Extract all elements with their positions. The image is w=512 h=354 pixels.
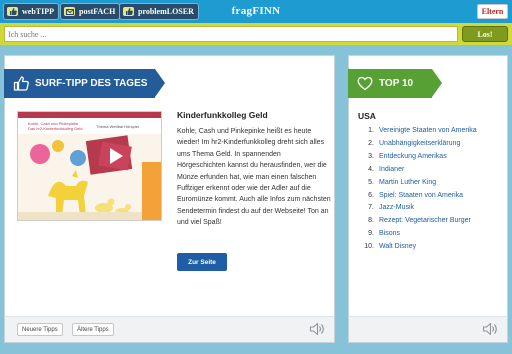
list-item: 2. Unabhängigkeitserklärung [362, 138, 477, 151]
top10-link[interactable]: Unabhängigkeitserklärung [379, 140, 460, 147]
speaker-icon[interactable] [482, 322, 498, 336]
surf-tipp-title: SURF-TIPP DES TAGES [35, 78, 148, 89]
surf-tipp-ribbon: SURF-TIPP DES TAGES [4, 69, 165, 98]
item-number: 4. [368, 165, 374, 173]
surf-tipp-footer: Neuere Tipps Ältere Tipps [5, 316, 334, 342]
item-number: 5. [368, 178, 374, 186]
top10-link[interactable]: Walt Disney [379, 243, 416, 250]
search-submit-button[interactable]: Los! [462, 26, 508, 42]
surf-tipp-card: SURF-TIPP DES TAGES Kohle, Cash und Pink… [4, 55, 335, 343]
thumbnail-logo-line2: Das hr2-Kinderfunkkolleg Geld [28, 126, 83, 131]
top10-link[interactable]: Vereinigte Staaten von Amerika [379, 127, 477, 134]
list-item: 8. Rezept: Vegetarischer Burger [362, 215, 477, 228]
top10-link[interactable]: Indianer [379, 166, 404, 173]
list-item: 7. Jazz-Musik [362, 202, 477, 215]
search-bar: Los! [0, 23, 512, 45]
list-item: 10. Walt Disney [362, 241, 477, 254]
list-item: 5. Martin Luther King [362, 177, 477, 190]
item-number: 9. [368, 230, 374, 238]
thumbnail-illustration [18, 134, 161, 220]
brand-logo[interactable]: fragFINN [0, 5, 512, 17]
thumbnail-logo-text: Kohle, Cash und Pinkepinke Das hr2-Kinde… [28, 121, 82, 131]
list-item: 9. Bisons [362, 228, 477, 241]
thumbnail-side-panel [142, 162, 161, 220]
search-input[interactable] [4, 26, 458, 42]
item-number: 10. [364, 243, 374, 251]
heart-icon [356, 75, 373, 92]
top10-link[interactable]: Entdeckung Amerikas [379, 153, 447, 160]
item-number: 7. [368, 204, 374, 212]
list-item: 4. Indianer [362, 164, 477, 177]
top10-link[interactable]: Rezept: Vegetarischer Burger [379, 217, 471, 224]
top10-link[interactable]: Jazz-Musik [379, 204, 414, 211]
top10-footer [349, 316, 507, 342]
top10-list: 1. Vereinigte Staaten von Amerika 2. Unabh… [362, 125, 477, 254]
top10-title: TOP 10 [379, 78, 414, 89]
item-number: 8. [368, 217, 374, 225]
newer-tips-button[interactable]: Neuere Tipps [17, 323, 63, 336]
surf-tipp-thumbnail[interactable]: Kohle, Cash und Pinkepinke Das hr2-Kinde… [17, 111, 162, 221]
thumbnail-nav: Thema Wettbal Hörspiel [96, 124, 139, 129]
item-number: 3. [368, 152, 374, 160]
top10-ribbon: TOP 10 [348, 69, 442, 98]
top10-category-heading: USA [358, 111, 376, 121]
list-item: 3. Entdeckung Amerikas [362, 151, 477, 164]
top-navigation-bar: webTIPP postFACH problemLOSER fragFINN E… [0, 0, 512, 23]
article-title: Kinderfunkkolleg Geld [177, 110, 268, 120]
thumbnail-header-bar [18, 112, 161, 118]
item-number: 1. [368, 127, 374, 134]
item-number: 6. [368, 191, 374, 199]
thumbs-up-icon [12, 75, 29, 92]
top10-card: TOP 10 USA 1. Vereinigte Staaten von Amer… [348, 55, 508, 343]
top10-link[interactable]: Martin Luther King [379, 179, 436, 186]
list-item: 6. Spiel: Staaten von Amerika [362, 190, 477, 203]
eltern-button[interactable]: Eltern [477, 4, 508, 19]
item-number: 2. [368, 139, 374, 147]
list-item: 1. Vereinigte Staaten von Amerika [362, 125, 477, 138]
top10-link[interactable]: Spiel: Staaten von Amerika [379, 192, 463, 199]
older-tips-button[interactable]: Ältere Tipps [72, 323, 114, 336]
top10-link[interactable]: Bisons [379, 230, 400, 237]
speaker-icon[interactable] [309, 322, 325, 336]
article-description: Kohle, Cash und Pinkepinke heißt es heut… [177, 128, 331, 227]
zur-seite-button[interactable]: Zur Seite [177, 253, 227, 271]
